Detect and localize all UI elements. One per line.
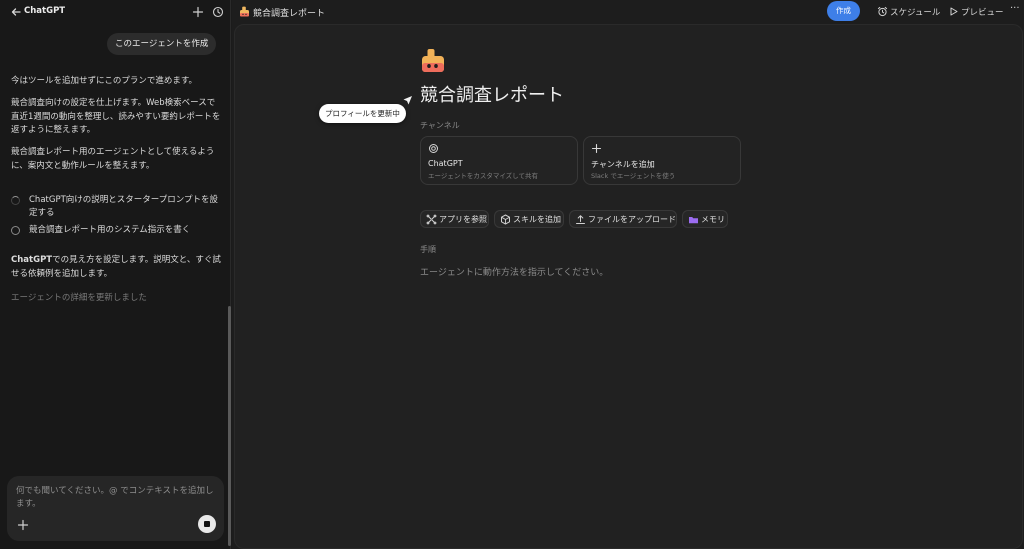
preview-label: プレビュー: [961, 8, 1004, 18]
skills-icon: [501, 214, 510, 225]
pending-circle-icon: [11, 226, 20, 235]
channels-label: チャンネル: [420, 121, 460, 130]
chatgpt-icon: [429, 144, 438, 153]
builder-canvas: 競合調査レポート チャンネル ChatGPT エージェントをカスタマイズして共有…: [234, 24, 1023, 549]
apps-icon: [426, 214, 437, 225]
history-icon[interactable]: [211, 5, 225, 19]
sidebar-header: ChatGPT: [0, 0, 231, 24]
chip-label: スキルを追加: [513, 215, 561, 224]
agent-builder: 競合調査レポート 作成 スケジュール プレビュー ··· 競合調査レポート チャ…: [232, 0, 1024, 549]
task-label: 競合調査レポート用のシステム指示を書く: [29, 225, 191, 235]
in-progress-spinner-icon: [11, 196, 20, 205]
message-composer[interactable]: 何でも聞いてください。@ でコンテキストを追加します。: [7, 476, 224, 541]
assistant-message-2: 競合調査向けの設定を仕上げます。Web検索ベースで直近1週間の動向を整理し、読み…: [11, 98, 221, 135]
create-button[interactable]: 作成: [827, 1, 860, 21]
task-item: 競合調査レポート用のシステム指示を書く: [11, 224, 221, 237]
preview-button[interactable]: プレビュー: [948, 6, 1004, 18]
add-skill-button[interactable]: スキルを追加: [494, 210, 564, 228]
stop-icon: [204, 521, 210, 527]
browse-apps-button[interactable]: アプリを参照: [420, 210, 489, 228]
agent-profile-icon[interactable]: [420, 47, 446, 73]
chip-label: メモリ: [701, 215, 725, 224]
task-item: ChatGPT向けの説明とスタータープロンプトを設定する: [11, 194, 221, 220]
upload-file-button[interactable]: ファイルをアップロード: [569, 210, 677, 228]
assistant-message-3: 競合調査レポート用のエージェントとして使えるように、案内文と動作ルールを整えます…: [11, 147, 215, 171]
channel-subtitle: エージェントをカスタマイズして共有: [428, 172, 538, 180]
updating-profile-tooltip: プロフィールを更新中: [319, 104, 406, 123]
agent-avatar-icon: [240, 6, 249, 17]
cursor-pointer-icon: [403, 96, 412, 105]
back-arrow-icon[interactable]: [9, 5, 23, 19]
message-input[interactable]: 何でも聞いてください。@ でコンテキストを追加します。: [16, 485, 216, 511]
assistant-message-1: 今はツールを追加せずにこのプランで進めます。: [11, 76, 197, 86]
channel-card-chatgpt[interactable]: ChatGPT エージェントをカスタマイズして共有: [420, 136, 578, 185]
channel-subtitle: Slack でエージェントを使う: [591, 172, 676, 180]
attach-plus-icon[interactable]: [17, 519, 29, 531]
instructions-input[interactable]: エージェントに動作方法を指示してください。: [420, 265, 608, 278]
stop-button[interactable]: [198, 515, 216, 533]
channel-title: ChatGPT: [428, 159, 463, 168]
chip-label: ファイルをアップロード: [588, 215, 676, 224]
schedule-label: スケジュール: [890, 8, 941, 18]
upload-icon: [576, 215, 585, 224]
channel-title: チャンネルを追加: [591, 160, 655, 169]
agent-name[interactable]: 競合調査レポート: [420, 81, 564, 107]
top-bar: 競合調査レポート 作成 スケジュール プレビュー ···: [232, 0, 1024, 24]
user-message: このエージェントを作成: [107, 33, 217, 55]
memory-button[interactable]: メモリ: [682, 210, 728, 228]
instructions-label: 手順: [420, 245, 436, 254]
app-title: ChatGPT: [24, 6, 66, 16]
assistant-summary: ChatGPTでの見え方を設定します。説明文と、すぐ試せる依頼例を追加します。: [11, 254, 221, 281]
add-channel-card[interactable]: チャンネルを追加 Slack でエージェントを使う: [583, 136, 741, 185]
sidebar-scrollbar[interactable]: [228, 306, 231, 546]
folder-icon: [689, 217, 698, 224]
summary-bold: ChatGPT: [11, 255, 53, 265]
play-icon: [950, 7, 958, 16]
alarm-clock-icon: [877, 6, 888, 17]
task-label: ChatGPT向けの説明とスタータープロンプトを設定する: [29, 195, 219, 218]
status-text: エージェントの詳細を更新しました: [11, 293, 147, 303]
schedule-button[interactable]: スケジュール: [877, 6, 941, 18]
more-options-icon[interactable]: ···: [1010, 3, 1020, 14]
chip-label: アプリを参照: [439, 215, 487, 224]
chat-sidebar: ChatGPT このエージェントを作成 今はツールを追加せずにこのプランで進めま…: [0, 0, 231, 549]
plus-icon: [591, 143, 602, 154]
document-title: 競合調査レポート: [253, 9, 326, 19]
new-chat-icon[interactable]: [191, 5, 205, 19]
